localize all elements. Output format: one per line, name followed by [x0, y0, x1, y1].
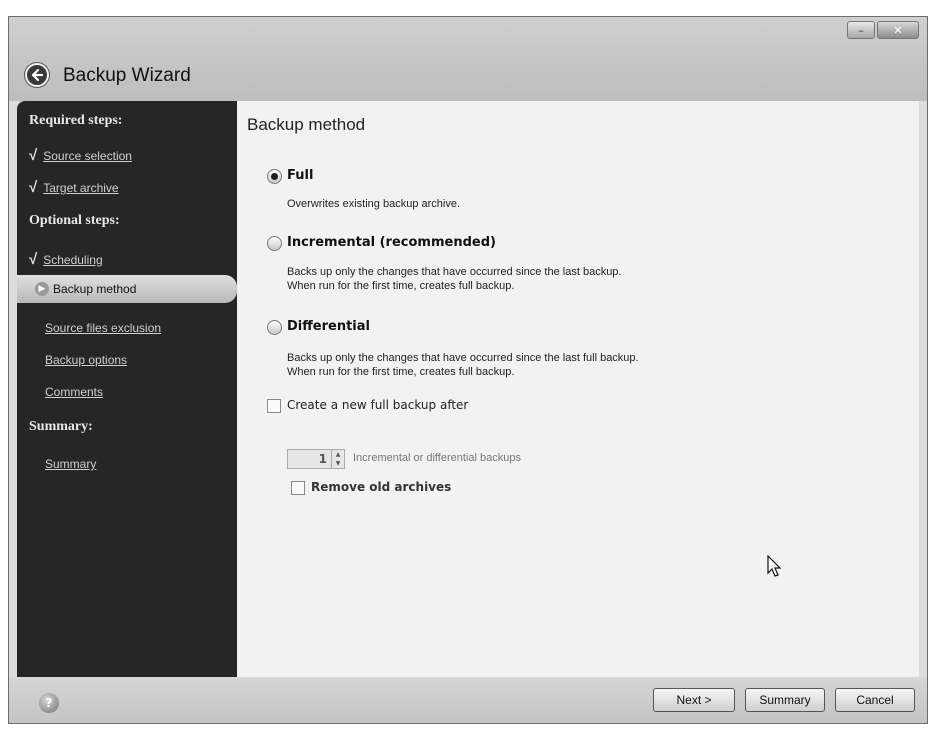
step-label: Scheduling	[43, 253, 103, 267]
required-steps-header: Required steps:	[29, 113, 123, 128]
full-label: Full	[287, 168, 314, 183]
incremental-description-line2: When run for the first time, creates ful…	[287, 280, 515, 292]
optional-steps-header: Optional steps:	[29, 213, 120, 228]
stepper-arrows[interactable]: ▲ ▼	[331, 450, 344, 468]
remove-old-archives-checkbox[interactable]	[291, 481, 305, 495]
mouse-pointer-icon	[767, 555, 782, 577]
stepper-value: 1	[318, 452, 327, 466]
full-description: Overwrites existing backup archive.	[287, 198, 461, 210]
cancel-button[interactable]: Cancel	[835, 688, 915, 712]
window-controls: – ✕	[847, 21, 919, 39]
stepper-down-icon[interactable]: ▼	[332, 459, 344, 468]
create-new-full-checkbox[interactable]	[267, 399, 281, 413]
incremental-label: Incremental (recommended)	[287, 235, 496, 250]
check-icon: √	[29, 147, 38, 164]
close-button[interactable]: ✕	[877, 21, 919, 39]
title-bar: – ✕ Backup Wizard	[9, 17, 927, 101]
minimize-button[interactable]: –	[847, 21, 875, 39]
differential-description-line2: When run for the first time, creates ful…	[287, 366, 515, 378]
differential-description-line1: Backs up only the changes that have occu…	[287, 352, 639, 364]
remove-old-archives-label: Remove old archives	[311, 480, 452, 494]
step-target-archive[interactable]: √ Target archive	[29, 179, 119, 196]
incremental-description-line1: Backs up only the changes that have occu…	[287, 266, 622, 278]
full-radio[interactable]	[267, 169, 282, 184]
differential-radio[interactable]	[267, 320, 282, 335]
step-label: Backup method	[53, 282, 137, 296]
arrow-right-icon: ▶	[35, 282, 49, 296]
step-comments[interactable]: Comments	[45, 385, 103, 399]
main-content: Backup method Full Overwrites existing b…	[237, 101, 919, 677]
create-new-full-label: Create a new full backup after	[287, 398, 469, 412]
step-backup-method[interactable]: ▶ Backup method	[17, 275, 237, 303]
page-title: Backup method	[247, 115, 366, 134]
footer-bar: ? Next > Summary Cancel	[9, 677, 927, 723]
step-label: Target archive	[43, 181, 119, 195]
step-label: Source selection	[43, 149, 132, 163]
back-arrow-icon[interactable]	[25, 63, 49, 87]
incremental-count-stepper[interactable]: 1 ▲ ▼	[287, 449, 345, 469]
check-icon: √	[29, 251, 38, 268]
stepper-up-icon[interactable]: ▲	[332, 450, 344, 459]
incremental-radio[interactable]	[267, 236, 282, 251]
step-source-selection[interactable]: √ Source selection	[29, 147, 132, 164]
summary-button[interactable]: Summary	[745, 688, 825, 712]
step-scheduling[interactable]: √ Scheduling	[29, 251, 103, 268]
summary-header: Summary:	[29, 419, 93, 434]
check-icon: √	[29, 179, 38, 196]
wizard-steps-sidebar: Required steps: √ Source selection √ Targe…	[17, 101, 237, 677]
step-summary[interactable]: Summary	[45, 457, 96, 471]
next-button[interactable]: Next >	[653, 688, 735, 712]
differential-label: Differential	[287, 319, 370, 334]
step-source-files-exclusion[interactable]: Source files exclusion	[45, 321, 161, 335]
stepper-label: Incremental or differential backups	[353, 452, 521, 464]
help-icon[interactable]: ?	[39, 693, 59, 713]
window-title: Backup Wizard	[63, 65, 191, 86]
step-backup-options[interactable]: Backup options	[45, 353, 127, 367]
backup-wizard-window: – ✕ Backup Wizard Required steps: √ Sourc…	[8, 16, 928, 724]
